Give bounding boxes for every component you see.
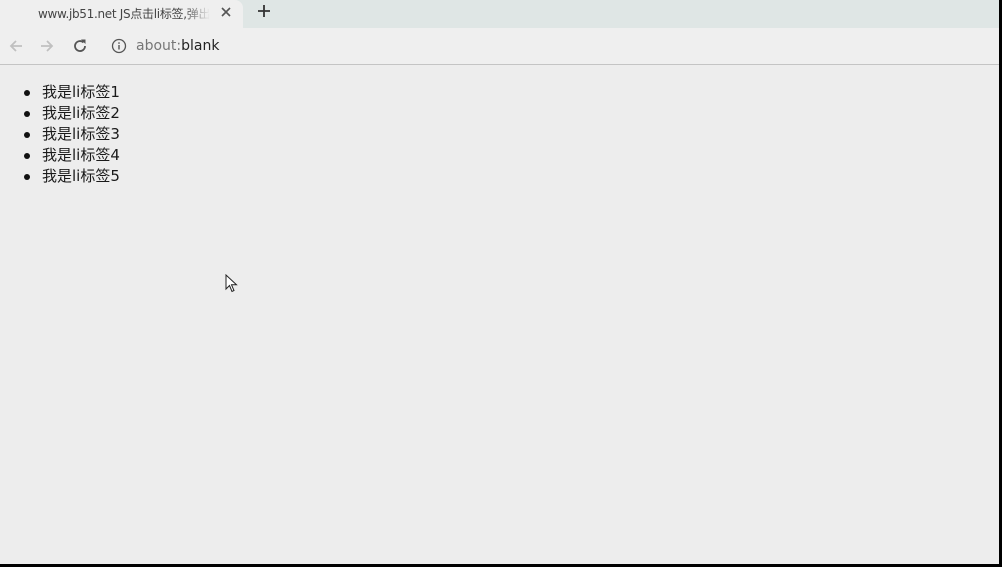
info-icon[interactable] xyxy=(110,37,128,55)
browser-window: www.jb51.net JS点击li标签,弹出 about:blank 我是l… xyxy=(0,0,999,564)
tab-strip: www.jb51.net JS点击li标签,弹出 xyxy=(0,0,999,28)
plus-icon xyxy=(258,5,270,17)
back-button[interactable] xyxy=(6,36,26,56)
list-item[interactable]: 我是li标签2 xyxy=(24,103,120,124)
list-item-label: 我是li标签1 xyxy=(42,83,120,101)
close-icon-glyph xyxy=(221,7,231,17)
new-tab-button[interactable] xyxy=(254,2,274,22)
bullet-icon xyxy=(24,174,30,180)
address-path: blank xyxy=(181,38,220,54)
arrow-left-icon xyxy=(9,40,22,52)
list-item-label: 我是li标签3 xyxy=(42,125,120,143)
list-item-label: 我是li标签5 xyxy=(42,167,120,185)
bullet-icon xyxy=(24,90,30,96)
address-scheme: about: xyxy=(136,38,182,54)
bullet-icon xyxy=(24,111,30,117)
list-item[interactable]: 我是li标签5 xyxy=(24,166,120,187)
list-item[interactable]: 我是li标签3 xyxy=(24,124,120,145)
tab-title: www.jb51.net JS点击li标签,弹出 xyxy=(38,7,210,21)
list-item[interactable]: 我是li标签4 xyxy=(24,145,120,166)
list-item-label: 我是li标签4 xyxy=(42,146,120,164)
bullet-icon xyxy=(24,153,30,159)
list-item[interactable]: 我是li标签1 xyxy=(24,82,120,103)
close-icon[interactable] xyxy=(218,4,234,20)
reload-icon xyxy=(74,39,86,52)
browser-toolbar: about:blank xyxy=(0,28,999,65)
info-icon-glyph xyxy=(111,38,127,54)
list-item-label: 我是li标签2 xyxy=(42,104,120,122)
address-bar[interactable]: about:blank xyxy=(136,37,219,55)
bullet-icon xyxy=(24,132,30,138)
reload-button[interactable] xyxy=(70,36,90,56)
page-content: 我是li标签1 我是li标签2 我是li标签3 我是li标签4 我是li标签5 xyxy=(0,65,999,564)
arrow-right-icon xyxy=(41,40,54,52)
forward-button[interactable] xyxy=(37,36,57,56)
browser-tab[interactable]: www.jb51.net JS点击li标签,弹出 xyxy=(0,0,243,28)
li-list: 我是li标签1 我是li标签2 我是li标签3 我是li标签4 我是li标签5 xyxy=(24,82,120,187)
